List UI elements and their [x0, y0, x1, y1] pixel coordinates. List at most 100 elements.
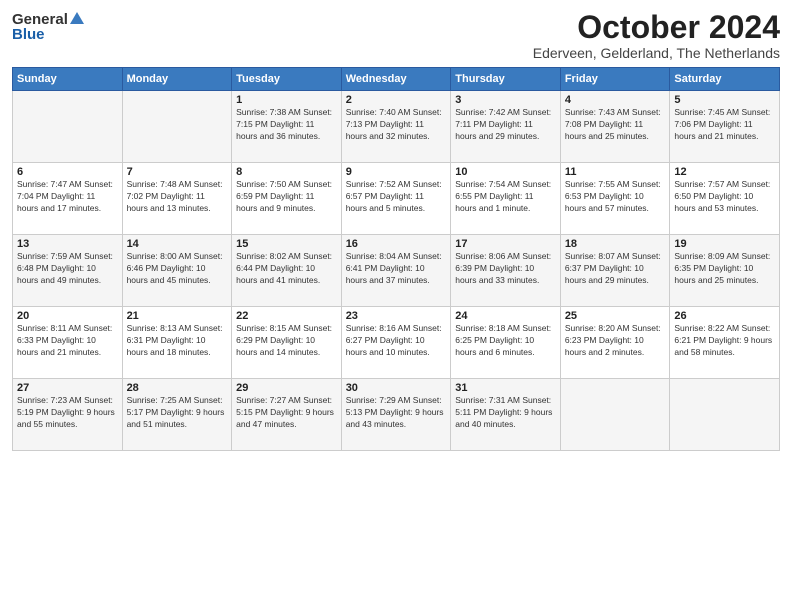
col-friday: Friday — [560, 68, 670, 91]
day-info: Sunrise: 7:47 AM Sunset: 7:04 PM Dayligh… — [17, 179, 118, 215]
day-number: 19 — [674, 238, 775, 250]
day-number: 16 — [346, 238, 447, 250]
day-number: 1 — [236, 94, 337, 106]
day-cell: 14Sunrise: 8:00 AM Sunset: 6:46 PM Dayli… — [122, 235, 232, 307]
page: General Blue October 2024 Ederveen, Geld… — [0, 0, 792, 612]
day-info: Sunrise: 8:11 AM Sunset: 6:33 PM Dayligh… — [17, 323, 118, 359]
day-info: Sunrise: 7:25 AM Sunset: 5:17 PM Dayligh… — [127, 395, 228, 431]
day-cell: 5Sunrise: 7:45 AM Sunset: 7:06 PM Daylig… — [670, 91, 780, 163]
day-info: Sunrise: 7:38 AM Sunset: 7:15 PM Dayligh… — [236, 107, 337, 143]
day-cell: 30Sunrise: 7:29 AM Sunset: 5:13 PM Dayli… — [341, 379, 451, 451]
day-cell: 23Sunrise: 8:16 AM Sunset: 6:27 PM Dayli… — [341, 307, 451, 379]
calendar-table: Sunday Monday Tuesday Wednesday Thursday… — [12, 67, 780, 451]
day-info: Sunrise: 8:04 AM Sunset: 6:41 PM Dayligh… — [346, 251, 447, 287]
day-number: 14 — [127, 238, 228, 250]
col-tuesday: Tuesday — [232, 68, 342, 91]
day-cell: 27Sunrise: 7:23 AM Sunset: 5:19 PM Dayli… — [13, 379, 123, 451]
day-cell: 26Sunrise: 8:22 AM Sunset: 6:21 PM Dayli… — [670, 307, 780, 379]
logo-icon — [68, 10, 86, 28]
day-number: 23 — [346, 310, 447, 322]
day-number: 8 — [236, 166, 337, 178]
day-info: Sunrise: 7:40 AM Sunset: 7:13 PM Dayligh… — [346, 107, 447, 143]
day-cell: 29Sunrise: 7:27 AM Sunset: 5:15 PM Dayli… — [232, 379, 342, 451]
day-number: 4 — [565, 94, 666, 106]
day-info: Sunrise: 7:27 AM Sunset: 5:15 PM Dayligh… — [236, 395, 337, 431]
day-cell: 16Sunrise: 8:04 AM Sunset: 6:41 PM Dayli… — [341, 235, 451, 307]
day-info: Sunrise: 7:31 AM Sunset: 5:11 PM Dayligh… — [455, 395, 556, 431]
day-cell: 17Sunrise: 8:06 AM Sunset: 6:39 PM Dayli… — [451, 235, 561, 307]
day-info: Sunrise: 8:02 AM Sunset: 6:44 PM Dayligh… — [236, 251, 337, 287]
day-cell: 7Sunrise: 7:48 AM Sunset: 7:02 PM Daylig… — [122, 163, 232, 235]
col-thursday: Thursday — [451, 68, 561, 91]
day-number: 27 — [17, 382, 118, 394]
day-info: Sunrise: 8:18 AM Sunset: 6:25 PM Dayligh… — [455, 323, 556, 359]
day-cell: 24Sunrise: 8:18 AM Sunset: 6:25 PM Dayli… — [451, 307, 561, 379]
day-info: Sunrise: 7:43 AM Sunset: 7:08 PM Dayligh… — [565, 107, 666, 143]
week-row-5: 27Sunrise: 7:23 AM Sunset: 5:19 PM Dayli… — [13, 379, 780, 451]
day-number: 15 — [236, 238, 337, 250]
day-number: 22 — [236, 310, 337, 322]
month-title: October 2024 — [533, 10, 780, 45]
day-cell: 13Sunrise: 7:59 AM Sunset: 6:48 PM Dayli… — [13, 235, 123, 307]
day-cell: 10Sunrise: 7:54 AM Sunset: 6:55 PM Dayli… — [451, 163, 561, 235]
day-info: Sunrise: 8:16 AM Sunset: 6:27 PM Dayligh… — [346, 323, 447, 359]
day-number: 10 — [455, 166, 556, 178]
day-info: Sunrise: 7:45 AM Sunset: 7:06 PM Dayligh… — [674, 107, 775, 143]
logo: General Blue — [12, 10, 86, 43]
day-number: 7 — [127, 166, 228, 178]
day-cell — [670, 379, 780, 451]
day-number: 18 — [565, 238, 666, 250]
day-info: Sunrise: 7:48 AM Sunset: 7:02 PM Dayligh… — [127, 179, 228, 215]
day-info: Sunrise: 7:23 AM Sunset: 5:19 PM Dayligh… — [17, 395, 118, 431]
day-info: Sunrise: 8:00 AM Sunset: 6:46 PM Dayligh… — [127, 251, 228, 287]
col-saturday: Saturday — [670, 68, 780, 91]
day-cell: 8Sunrise: 7:50 AM Sunset: 6:59 PM Daylig… — [232, 163, 342, 235]
day-info: Sunrise: 8:20 AM Sunset: 6:23 PM Dayligh… — [565, 323, 666, 359]
day-number: 13 — [17, 238, 118, 250]
day-cell: 4Sunrise: 7:43 AM Sunset: 7:08 PM Daylig… — [560, 91, 670, 163]
day-number: 25 — [565, 310, 666, 322]
day-cell: 31Sunrise: 7:31 AM Sunset: 5:11 PM Dayli… — [451, 379, 561, 451]
day-number: 26 — [674, 310, 775, 322]
day-info: Sunrise: 7:54 AM Sunset: 6:55 PM Dayligh… — [455, 179, 556, 215]
day-number: 2 — [346, 94, 447, 106]
location: Ederveen, Gelderland, The Netherlands — [533, 45, 780, 61]
day-number: 29 — [236, 382, 337, 394]
day-cell: 12Sunrise: 7:57 AM Sunset: 6:50 PM Dayli… — [670, 163, 780, 235]
day-cell: 11Sunrise: 7:55 AM Sunset: 6:53 PM Dayli… — [560, 163, 670, 235]
day-number: 31 — [455, 382, 556, 394]
day-cell: 22Sunrise: 8:15 AM Sunset: 6:29 PM Dayli… — [232, 307, 342, 379]
day-number: 6 — [17, 166, 118, 178]
day-info: Sunrise: 8:06 AM Sunset: 6:39 PM Dayligh… — [455, 251, 556, 287]
day-number: 17 — [455, 238, 556, 250]
day-number: 30 — [346, 382, 447, 394]
day-number: 28 — [127, 382, 228, 394]
day-info: Sunrise: 7:52 AM Sunset: 6:57 PM Dayligh… — [346, 179, 447, 215]
day-cell: 3Sunrise: 7:42 AM Sunset: 7:11 PM Daylig… — [451, 91, 561, 163]
day-cell: 9Sunrise: 7:52 AM Sunset: 6:57 PM Daylig… — [341, 163, 451, 235]
day-cell: 20Sunrise: 8:11 AM Sunset: 6:33 PM Dayli… — [13, 307, 123, 379]
day-info: Sunrise: 8:22 AM Sunset: 6:21 PM Dayligh… — [674, 323, 775, 359]
day-cell: 28Sunrise: 7:25 AM Sunset: 5:17 PM Dayli… — [122, 379, 232, 451]
day-info: Sunrise: 7:42 AM Sunset: 7:11 PM Dayligh… — [455, 107, 556, 143]
day-cell — [13, 91, 123, 163]
day-cell — [122, 91, 232, 163]
day-cell — [560, 379, 670, 451]
day-cell: 2Sunrise: 7:40 AM Sunset: 7:13 PM Daylig… — [341, 91, 451, 163]
day-cell: 18Sunrise: 8:07 AM Sunset: 6:37 PM Dayli… — [560, 235, 670, 307]
header: General Blue October 2024 Ederveen, Geld… — [12, 10, 780, 61]
week-row-4: 20Sunrise: 8:11 AM Sunset: 6:33 PM Dayli… — [13, 307, 780, 379]
col-wednesday: Wednesday — [341, 68, 451, 91]
day-cell: 25Sunrise: 8:20 AM Sunset: 6:23 PM Dayli… — [560, 307, 670, 379]
logo-general: General — [12, 11, 68, 28]
day-cell: 15Sunrise: 8:02 AM Sunset: 6:44 PM Dayli… — [232, 235, 342, 307]
day-info: Sunrise: 8:09 AM Sunset: 6:35 PM Dayligh… — [674, 251, 775, 287]
day-info: Sunrise: 7:57 AM Sunset: 6:50 PM Dayligh… — [674, 179, 775, 215]
title-section: October 2024 Ederveen, Gelderland, The N… — [533, 10, 780, 61]
day-info: Sunrise: 7:59 AM Sunset: 6:48 PM Dayligh… — [17, 251, 118, 287]
day-info: Sunrise: 7:55 AM Sunset: 6:53 PM Dayligh… — [565, 179, 666, 215]
logo-blue: Blue — [12, 26, 45, 43]
week-row-3: 13Sunrise: 7:59 AM Sunset: 6:48 PM Dayli… — [13, 235, 780, 307]
day-cell: 21Sunrise: 8:13 AM Sunset: 6:31 PM Dayli… — [122, 307, 232, 379]
day-number: 20 — [17, 310, 118, 322]
